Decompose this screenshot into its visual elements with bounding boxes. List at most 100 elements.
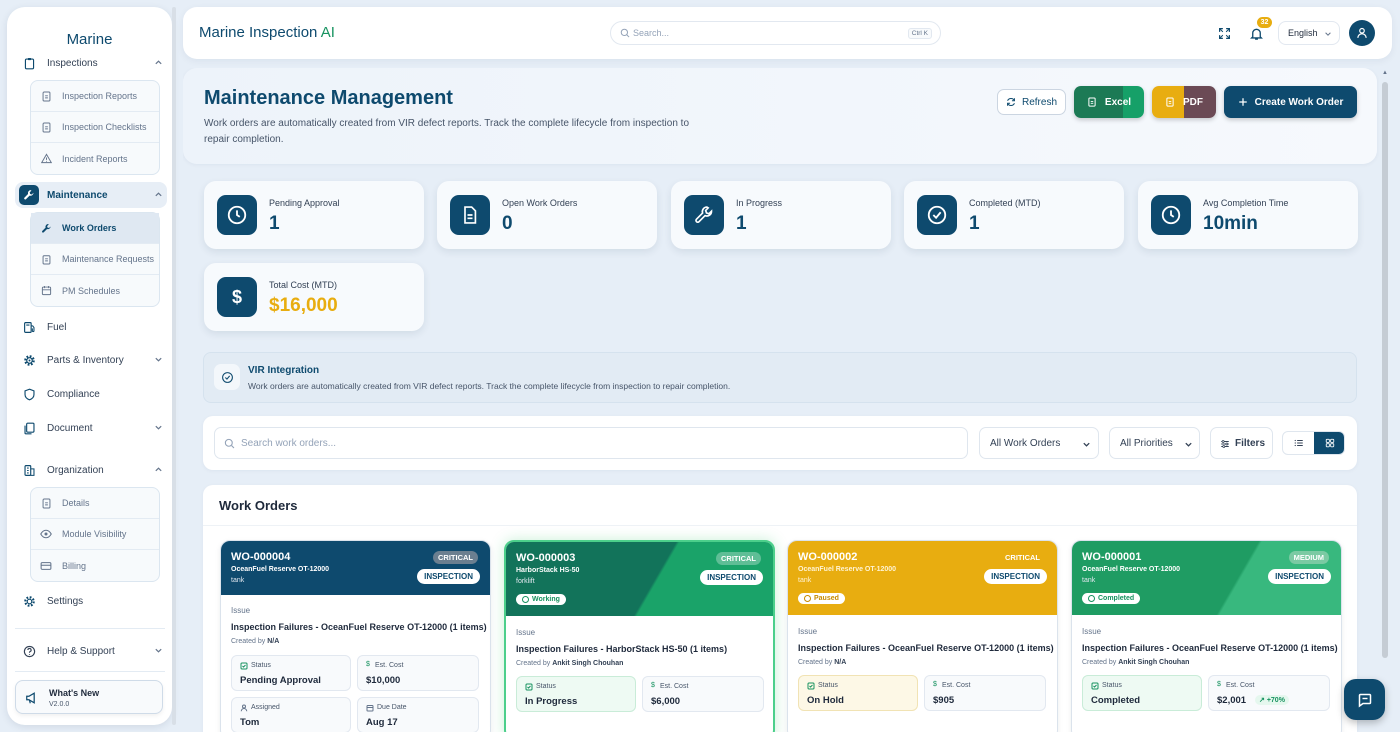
sidebar-item-fuel[interactable]: Fuel <box>15 314 167 340</box>
status-label: Status <box>1102 682 1122 689</box>
clipboard-icon <box>39 252 53 266</box>
work-order-id: WO-000001 <box>1082 551 1142 563</box>
assigned-label: Assigned <box>251 704 280 711</box>
sidebar-item-label: Parts & Inventory <box>47 354 124 366</box>
dollar-icon: $ <box>217 277 257 317</box>
page-header: Maintenance Management Work orders are a… <box>183 68 1377 164</box>
dollar-icon: $ <box>366 661 370 668</box>
filters-button[interactable]: Filters <box>1210 427 1273 459</box>
refresh-icon <box>1006 97 1016 107</box>
grid-view-icon[interactable] <box>1314 432 1344 454</box>
status-value: Completed <box>1091 695 1141 706</box>
app-title-suffix: AI <box>320 24 335 41</box>
pdf-label: PDF <box>1183 96 1203 108</box>
language-select[interactable]: English <box>1278 21 1340 45</box>
sidebar-item-label: Document <box>47 422 93 434</box>
work-order-card[interactable]: WO-000002 OceanFuel Reserve OT-12000 tan… <box>787 540 1058 732</box>
calendar-icon <box>366 704 374 712</box>
issue-label: Issue <box>1082 627 1102 636</box>
sidebar-item-label: Billing <box>62 560 87 571</box>
work-order-card[interactable]: WO-000004 OceanFuel Reserve OT-12000 tan… <box>220 540 491 732</box>
work-order-location: OceanFuel Reserve OT-12000 <box>231 566 330 573</box>
scrollbar-thumb[interactable] <box>1382 82 1388 658</box>
sidebar-item-maintenance[interactable]: Maintenance <box>15 182 167 208</box>
sidebar-item-incident-reports[interactable]: Incident Reports <box>31 143 159 174</box>
chevron-up-icon <box>154 190 163 199</box>
sidebar-item-settings[interactable]: Settings <box>15 588 167 614</box>
work-order-asset-type: tank <box>798 577 812 584</box>
app-title-text: Marine Inspection <box>199 24 318 41</box>
cost-field: $ Est. Cost $10,000 <box>357 655 479 691</box>
status-value: On Hold <box>807 695 844 706</box>
work-order-card[interactable]: WO-000003 HarborStack HS-50 forklift CRI… <box>504 540 775 732</box>
stat-card-total-cost: $ Total Cost (MTD) $16,000 <box>204 263 424 331</box>
work-order-type-select[interactable]: All Work Orders <box>979 427 1099 459</box>
sidebar-scroll-edge <box>172 7 176 725</box>
create-work-order-button[interactable]: Create Work Order <box>1224 86 1357 118</box>
excel-export-button[interactable]: Excel <box>1074 86 1144 118</box>
sidebar-item-module-visibility[interactable]: Module Visibility <box>31 519 159 550</box>
sidebar-item-label: Inspections <box>47 57 98 69</box>
fullscreen-icon[interactable] <box>1218 27 1231 40</box>
whats-new-button[interactable]: What's New V2.0.0 <box>15 680 163 714</box>
sidebar-item-inspection-checklists[interactable]: Inspection Checklists <box>31 112 159 143</box>
sidebar-item-compliance[interactable]: Compliance <box>15 381 167 407</box>
work-order-location: HarborStack HS-50 <box>516 567 580 574</box>
avatar[interactable] <box>1349 20 1375 46</box>
sidebar-item-inspection-reports[interactable]: Inspection Reports <box>31 81 159 112</box>
clock-icon <box>804 595 811 602</box>
list-view-icon[interactable] <box>1283 432 1314 454</box>
global-search-placeholder: Search... <box>633 28 670 38</box>
assigned-value: Tom <box>240 717 260 728</box>
language-value: English <box>1288 28 1318 38</box>
sidebar-item-label: Maintenance <box>47 189 108 201</box>
priority-select[interactable]: All Priorities <box>1109 427 1200 459</box>
status-value: Pending Approval <box>240 675 321 686</box>
file-icon <box>1087 97 1097 107</box>
page-scrollbar[interactable]: ▲ <box>1381 68 1389 732</box>
app-title: Marine Inspection AI <box>199 24 335 41</box>
stat-value: $16,000 <box>269 295 338 316</box>
sidebar-item-details[interactable]: Details <box>31 488 159 519</box>
work-order-card[interactable]: WO-000001 OceanFuel Reserve OT-12000 tan… <box>1071 540 1342 732</box>
sidebar-item-maintenance-requests[interactable]: Maintenance Requests <box>31 244 159 275</box>
chat-button[interactable] <box>1344 679 1385 720</box>
sidebar-item-inspections[interactable]: Inspections <box>15 50 167 76</box>
sidebar-item-label: Incident Reports <box>62 153 128 164</box>
due-date-label: Due Date <box>377 704 407 711</box>
scroll-up-arrow[interactable]: ▲ <box>1382 70 1388 76</box>
sidebar-item-parts-inventory[interactable]: Parts & Inventory <box>15 347 167 373</box>
cost-label: Est. Cost <box>375 662 404 669</box>
chevron-down-icon <box>1324 30 1332 38</box>
stat-value: 10min <box>1203 213 1258 234</box>
pdf-export-button[interactable]: PDF <box>1152 86 1216 118</box>
sidebar-divider <box>15 671 165 672</box>
work-order-id: WO-000002 <box>798 551 858 563</box>
sidebar-item-help-support[interactable]: Help & Support <box>15 638 167 664</box>
sidebar-item-label: Module Visibility <box>62 529 127 539</box>
search-shortcut-badge: Ctrl K <box>907 28 932 39</box>
work-order-type-value: All Work Orders <box>990 438 1061 449</box>
sidebar-item-billing[interactable]: Billing <box>31 550 159 581</box>
work-order-search-input[interactable]: Search work orders... <box>214 427 968 459</box>
status-label: Status <box>251 662 271 669</box>
stat-card-pending-approval: Pending Approval 1 <box>204 181 424 249</box>
whats-new-version: V2.0.0 <box>49 701 70 708</box>
global-search[interactable]: Search... Ctrl K <box>610 21 941 45</box>
sidebar-item-organization[interactable]: Organization <box>15 457 167 483</box>
work-order-asset-type: forklift <box>516 578 535 585</box>
gear-icon <box>21 593 37 609</box>
stat-card-in-progress: In Progress 1 <box>671 181 891 249</box>
trend-up-icon: ↗ <box>1259 697 1265 704</box>
notification-bell-icon[interactable] <box>1249 26 1264 41</box>
check-circle-icon <box>1088 595 1095 602</box>
created-by-label: Created by <box>798 659 833 666</box>
sidebar-item-label: Details <box>62 498 90 508</box>
created-by-label: Created by <box>1082 659 1117 666</box>
work-order-id: WO-000003 <box>516 552 576 564</box>
issue-title: Inspection Failures - OceanFuel Reserve … <box>1082 643 1338 653</box>
sidebar-item-work-orders[interactable]: Work Orders <box>31 213 159 244</box>
sidebar-item-pm-schedules[interactable]: PM Schedules <box>31 275 159 306</box>
refresh-button[interactable]: Refresh <box>997 89 1066 115</box>
sidebar-item-document[interactable]: Document <box>15 415 167 441</box>
